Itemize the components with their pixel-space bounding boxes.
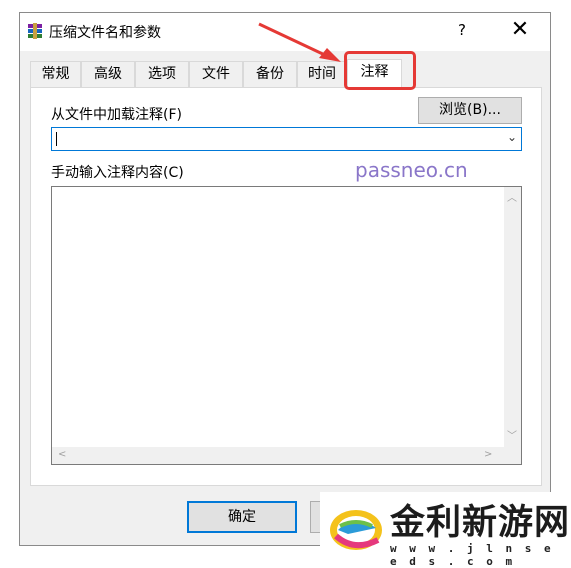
tab-files[interactable]: 文件	[189, 61, 243, 87]
tab-options[interactable]: 选项	[135, 61, 189, 87]
jinli-logo-icon	[330, 510, 382, 550]
scroll-down-icon[interactable]: ﹀	[507, 427, 517, 442]
comment-textarea[interactable]: ︿ ﹀ < >	[51, 186, 522, 465]
logo-title: 金利新游网	[390, 502, 571, 543]
horizontal-scrollbar[interactable]: < >	[52, 447, 504, 464]
browse-button[interactable]: 浏览(B)...	[418, 97, 522, 124]
watermark-text: passneo.cn	[355, 158, 468, 182]
help-icon[interactable]: ?	[450, 21, 474, 41]
winrar-app-icon	[28, 23, 42, 39]
comment-file-combobox[interactable]: ⌄	[51, 127, 522, 151]
window-title: 压缩文件名和参数	[49, 25, 161, 41]
ok-button[interactable]: 确定	[187, 501, 297, 533]
jinli-logo-banner: 金利新游网 w w w . j l n s e e d s . c o m	[320, 492, 571, 568]
manual-input-label: 手动输入注释内容(C)	[51, 165, 184, 181]
vertical-scrollbar[interactable]: ︿ ﹀	[504, 187, 521, 447]
chevron-down-icon[interactable]: ⌄	[507, 130, 517, 144]
close-icon[interactable]: ✕	[505, 19, 535, 43]
tab-general[interactable]: 常规	[30, 61, 81, 87]
scroll-up-icon[interactable]: ︿	[507, 189, 517, 204]
logo-url: w w w . j l n s e e d s . c o m	[390, 542, 554, 568]
scroll-left-icon[interactable]: <	[58, 449, 66, 460]
comment-tab-highlight	[344, 51, 416, 90]
scrollbar-corner	[504, 447, 521, 464]
scroll-right-icon[interactable]: >	[484, 449, 492, 460]
red-arrow-annotation	[258, 22, 341, 62]
archive-params-dialog: 压缩文件名和参数 ? ✕ 常规 高级 选项 文件 备份 时间 注释 从文件中加载…	[19, 12, 551, 546]
tab-advanced[interactable]: 高级	[81, 61, 135, 87]
load-from-file-label: 从文件中加载注释(F)	[51, 107, 182, 123]
text-caret	[56, 132, 57, 146]
